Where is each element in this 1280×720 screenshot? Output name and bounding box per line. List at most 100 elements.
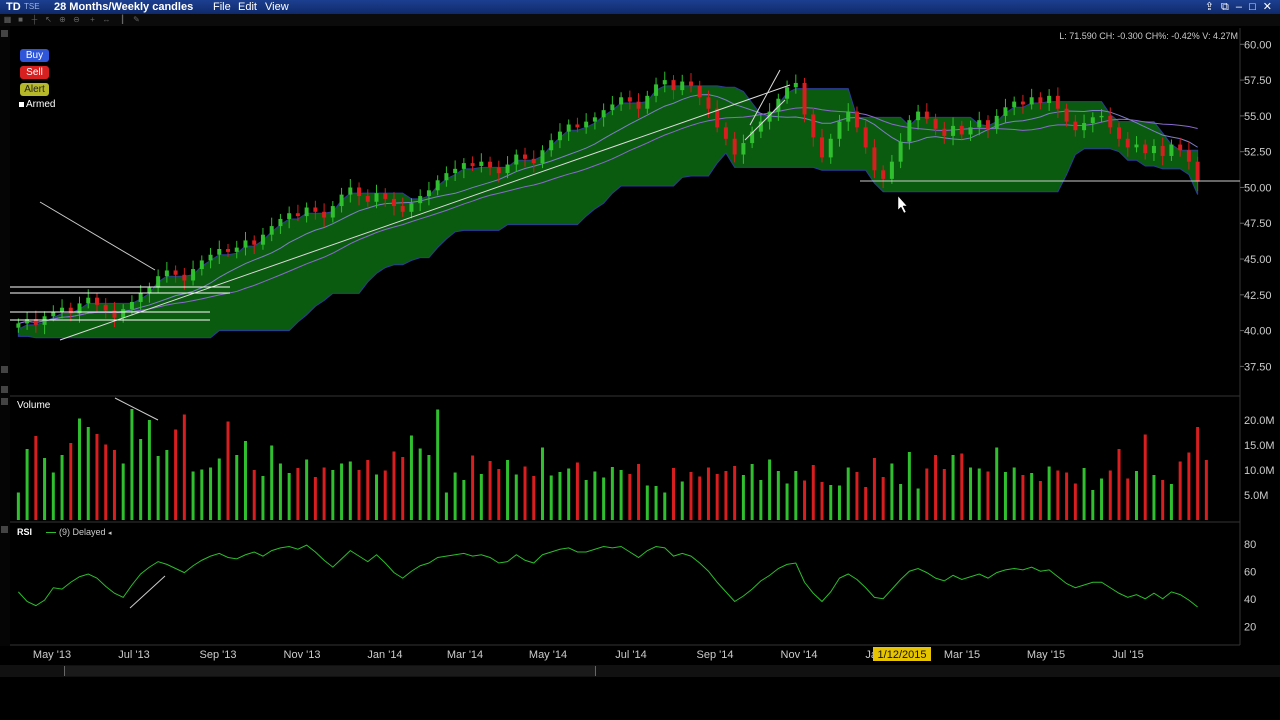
price-tick-label: 37.50 [1244, 361, 1272, 373]
candle-body [191, 269, 196, 281]
candle-body [1108, 115, 1113, 128]
candle-body [86, 297, 91, 304]
candle-body [645, 95, 650, 109]
volume-bar [1100, 478, 1104, 520]
volume-bar [995, 447, 999, 520]
candle-body [601, 110, 606, 118]
candle-body [1186, 150, 1191, 162]
candle-body [723, 127, 728, 139]
buy-button[interactable]: Buy [20, 49, 49, 62]
candle-body [584, 121, 589, 128]
volume-tick-label: 15.0M [1244, 440, 1275, 452]
candle-body [872, 147, 877, 171]
price-chart[interactable]: 60.00 57.50 55.00 52.50 50.00 47.50 45.00 42.50… [0, 0, 1280, 720]
rsi-params-label[interactable]: (9) Delayed ◂ [46, 527, 112, 537]
candle-body [985, 120, 990, 129]
volume-bar [733, 466, 737, 520]
volume-bar [1082, 468, 1086, 520]
volume-bar [165, 450, 169, 520]
candle-body [313, 207, 318, 212]
mouse-pointer-icon [897, 195, 908, 214]
volume-bar [846, 467, 850, 520]
volume-bar [785, 483, 789, 520]
candle-body [977, 120, 982, 128]
candle-body [16, 323, 21, 328]
candle-body [1020, 101, 1025, 105]
candle-body [330, 206, 335, 218]
volume-bar [523, 466, 527, 520]
candle-body [269, 226, 274, 235]
candle-body [846, 111, 851, 122]
volume-bar [837, 485, 841, 520]
candle-body [514, 154, 519, 165]
dropdown-icon[interactable]: ◂ [108, 530, 112, 537]
volume-bar [532, 476, 536, 520]
volume-bar [514, 474, 518, 520]
candle-body [741, 143, 746, 155]
candle-body [619, 97, 624, 105]
candle-body [802, 82, 807, 115]
arrow-annotation [114, 397, 159, 421]
price-tick-label: 40.00 [1244, 326, 1272, 338]
volume-bar [1134, 471, 1138, 520]
candle-body [426, 190, 431, 197]
volume-bar [1038, 481, 1042, 520]
candle-body [889, 161, 894, 179]
candle-body [592, 117, 597, 122]
volume-bar [1047, 466, 1051, 520]
candle-body [627, 97, 632, 102]
volume-tick-label: 10.0M [1244, 465, 1275, 477]
armed-checkbox-icon[interactable] [19, 101, 24, 107]
volume-bar [794, 471, 798, 520]
sell-button[interactable]: Sell [20, 66, 49, 79]
volume-bar [960, 453, 964, 520]
candle-body [322, 211, 327, 218]
time-tick-label: Mar '14 [447, 649, 483, 661]
timeline-selection[interactable] [64, 666, 596, 676]
volume-bar [672, 468, 676, 520]
volume-bar [235, 455, 239, 520]
candle-body [1143, 144, 1148, 154]
volume-bar [1126, 478, 1130, 520]
volume-bar [663, 492, 667, 520]
armed-label: Armed [26, 99, 56, 110]
candle-body [1038, 97, 1043, 103]
candle-body [1003, 107, 1008, 116]
time-tick-label: May '14 [529, 649, 567, 661]
volume-bar [907, 452, 911, 520]
volume-bar [1143, 434, 1147, 520]
alert-button[interactable]: Alert [20, 83, 49, 96]
volume-bar [942, 469, 946, 520]
volume-bar [1161, 480, 1165, 520]
volume-bar [575, 462, 579, 520]
volume-bar [217, 458, 221, 520]
timeline-scroller[interactable] [0, 665, 1280, 677]
candle-body [435, 180, 440, 191]
armed-checkbox[interactable]: Armed [19, 99, 55, 110]
candle-body [924, 111, 929, 119]
volume-bar [182, 414, 186, 520]
volume-bar [348, 461, 352, 520]
candle-body [1125, 138, 1130, 148]
volume-bar [1117, 449, 1121, 520]
volume-bar [112, 450, 116, 520]
volume-bar [715, 474, 719, 520]
volume-bar [78, 418, 82, 520]
volume-bar [1196, 427, 1200, 520]
candle-body [785, 87, 790, 99]
volume-bar [392, 451, 396, 520]
volume-bar [95, 434, 99, 520]
candle-body [383, 193, 388, 199]
time-tick-label: Jul '14 [615, 649, 646, 661]
volume-bar [969, 467, 973, 520]
price-tick-label: 60.00 [1244, 39, 1272, 51]
volume-bar [51, 472, 55, 520]
candle-body [156, 276, 161, 288]
candle-body [60, 307, 65, 312]
candle-body [820, 137, 825, 158]
price-tick-label: 45.00 [1244, 254, 1272, 266]
candle-body [1099, 115, 1104, 118]
candle-body [1117, 127, 1122, 139]
candle-body [1073, 121, 1078, 131]
volume-tick-label: 5.0M [1244, 490, 1268, 502]
